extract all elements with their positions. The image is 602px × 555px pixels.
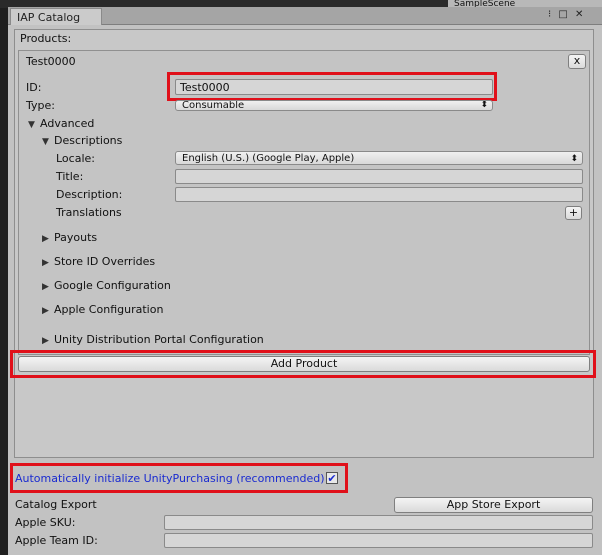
udp-configuration-collapsed-triangle-icon: ▶ [42, 336, 49, 346]
window-maximize-icon[interactable]: □ [558, 9, 569, 20]
description-input[interactable] [175, 187, 583, 202]
google-configuration-label: Google Configuration [54, 279, 171, 292]
payouts-collapsed-triangle-icon: ▶ [42, 234, 49, 244]
apple-team-id-label: Apple Team ID: [15, 534, 98, 547]
store-id-overrides-collapsed-triangle-icon: ▶ [42, 258, 49, 268]
type-dropdown-arrow-icon: ⬍ [480, 100, 488, 110]
window-controls: ⁝ □ ✕ [548, 9, 600, 23]
remove-product-button[interactable]: x [568, 54, 586, 69]
payouts-foldout[interactable]: ▶ Payouts [42, 231, 97, 244]
apple-team-id-input[interactable] [164, 533, 593, 548]
title-label: Title: [56, 170, 84, 183]
catalog-export-label: Catalog Export [15, 498, 97, 511]
product-name: Test0000 [26, 55, 76, 68]
app-store-export-button[interactable]: App Store Export [394, 497, 593, 513]
descriptions-expanded-triangle-icon: ▼ [42, 137, 49, 147]
apple-configuration-collapsed-triangle-icon: ▶ [42, 306, 49, 316]
window-tab-title: IAP Catalog [17, 11, 81, 24]
locale-dropdown-value: English (U.S.) (Google Play, Apple) [182, 153, 355, 164]
type-dropdown-value: Consumable [182, 100, 245, 111]
apple-configuration-label: Apple Configuration [54, 303, 164, 316]
auto-init-checkbox[interactable]: ✔ [326, 472, 338, 484]
apple-sku-input[interactable] [164, 515, 593, 530]
apple-configuration-foldout[interactable]: ▶ Apple Configuration [42, 303, 163, 316]
title-input[interactable] [175, 169, 583, 184]
locale-dropdown[interactable]: English (U.S.) (Google Play, Apple) ⬍ [175, 151, 583, 165]
locale-label: Locale: [56, 152, 95, 165]
window-tab[interactable]: IAP Catalog [10, 8, 102, 25]
udp-configuration-foldout[interactable]: ▶ Unity Distribution Portal Configuration [42, 333, 264, 346]
checkmark-icon: ✔ [327, 472, 337, 485]
udp-configuration-label: Unity Distribution Portal Configuration [54, 333, 264, 346]
window-menu-icon[interactable]: ⁝ [548, 9, 553, 20]
description-label: Description: [56, 188, 123, 201]
descriptions-foldout[interactable]: ▼ Descriptions [42, 134, 122, 147]
locale-dropdown-arrow-icon: ⬍ [570, 154, 578, 164]
type-dropdown[interactable]: Consumable ⬍ [175, 100, 493, 111]
add-translation-button[interactable]: + [565, 206, 582, 220]
id-input[interactable]: Test0000 [175, 79, 493, 95]
products-label: Products: [20, 32, 72, 45]
descriptions-label: Descriptions [54, 134, 123, 147]
window-close-icon[interactable]: ✕ [575, 9, 585, 20]
translations-label: Translations [56, 206, 122, 219]
store-id-overrides-foldout[interactable]: ▶ Store ID Overrides [42, 255, 155, 268]
store-id-overrides-label: Store ID Overrides [54, 255, 156, 268]
google-configuration-collapsed-triangle-icon: ▶ [42, 282, 49, 292]
apple-sku-label: Apple SKU: [15, 516, 76, 529]
auto-init-label: Automatically initialize UnityPurchasing… [15, 472, 325, 485]
google-configuration-foldout[interactable]: ▶ Google Configuration [42, 279, 171, 292]
payouts-label: Payouts [54, 231, 98, 244]
advanced-foldout[interactable]: ▼ Advanced [28, 117, 94, 130]
type-label: Type: [26, 99, 55, 112]
id-label: ID: [26, 81, 42, 94]
advanced-label: Advanced [40, 117, 95, 130]
add-product-button[interactable]: Add Product [18, 356, 590, 372]
advanced-expanded-triangle-icon: ▼ [28, 120, 35, 130]
